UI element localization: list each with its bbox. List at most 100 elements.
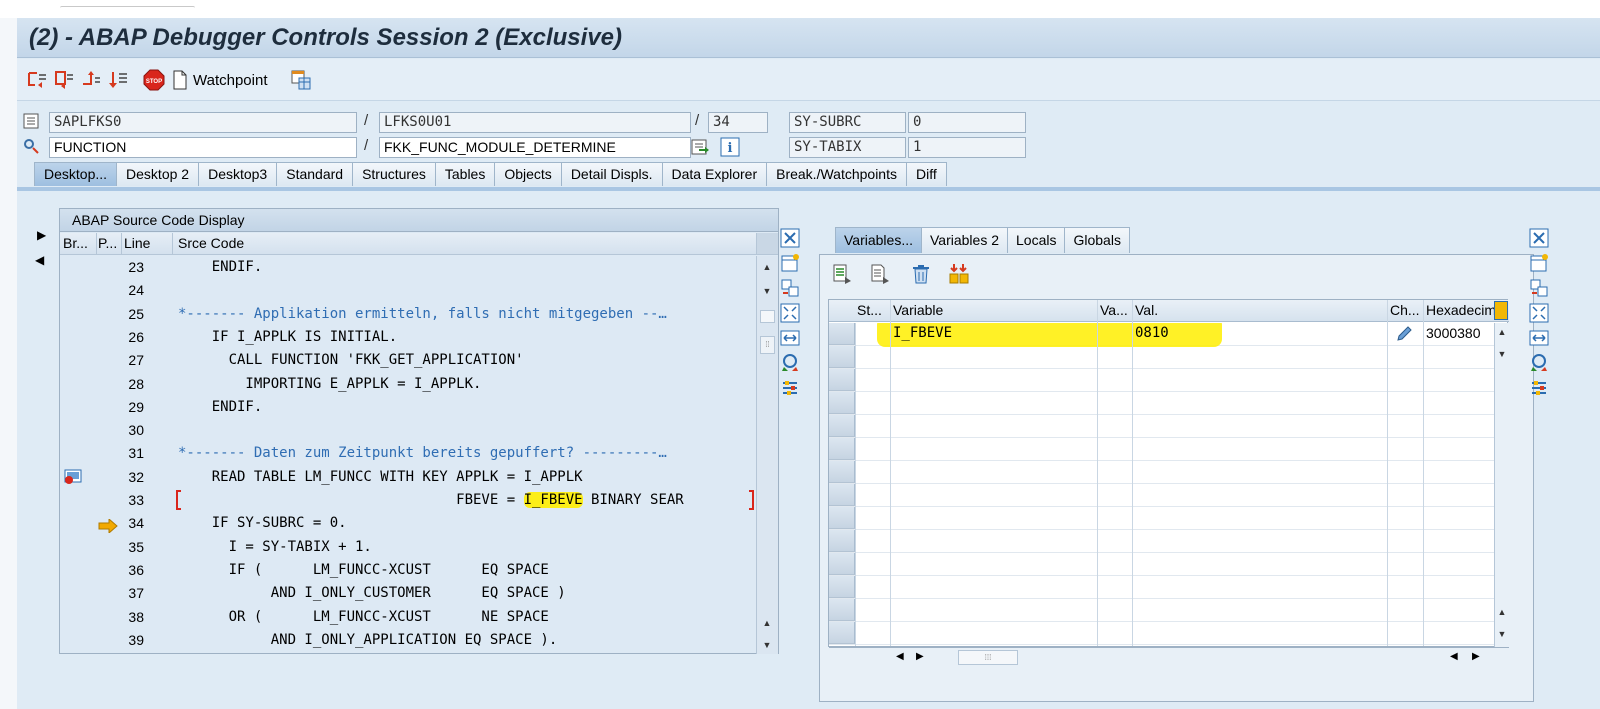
col-source-code[interactable]: Srce Code bbox=[178, 233, 244, 254]
scroll-thumb[interactable] bbox=[760, 310, 775, 323]
col-value[interactable]: Val. bbox=[1135, 300, 1385, 321]
scroll-up-icon[interactable]: ▲ bbox=[1495, 327, 1509, 337]
col-change[interactable]: Ch... bbox=[1390, 300, 1422, 321]
row-selector[interactable] bbox=[829, 530, 855, 552]
navigate-button[interactable] bbox=[690, 137, 710, 158]
row-selector[interactable] bbox=[829, 507, 855, 529]
source-line[interactable]: 23 ENDIF. bbox=[60, 256, 756, 279]
h-scroll-thumb[interactable]: ⁞⁞⁞ bbox=[958, 650, 1018, 665]
variable-row[interactable] bbox=[829, 392, 1494, 415]
column-layout-icon[interactable] bbox=[1494, 301, 1508, 320]
source-line[interactable]: 31 *------- Daten zum Zeitpunkt bereits g… bbox=[60, 442, 756, 465]
scroll-down-icon[interactable]: ▼ bbox=[760, 286, 774, 296]
row-selector[interactable] bbox=[829, 392, 855, 414]
breakpoint-icon[interactable] bbox=[64, 469, 82, 485]
col-hexadecimal[interactable]: Hexadecim bbox=[1426, 300, 1494, 321]
variable-row[interactable] bbox=[829, 484, 1494, 507]
scroll-down-icon[interactable]: ▼ bbox=[1495, 349, 1509, 359]
col-position[interactable]: P... bbox=[98, 233, 117, 254]
stop-button[interactable]: STOP bbox=[142, 69, 166, 91]
col-breakpoint[interactable]: Br... bbox=[63, 233, 88, 254]
variable-row[interactable] bbox=[829, 576, 1494, 599]
info-button[interactable]: i bbox=[720, 137, 740, 158]
import-button[interactable] bbox=[948, 263, 970, 285]
tab-locals[interactable]: Locals bbox=[1007, 227, 1066, 253]
tab-break-watchpoints[interactable]: Break./Watchpoints bbox=[766, 162, 907, 186]
source-line[interactable]: 37 AND I_ONLY_CUSTOMER EQ SPACE ) bbox=[60, 582, 756, 605]
col-val-type[interactable]: Va... bbox=[1100, 300, 1132, 321]
source-scrollbar[interactable]: ▲ ▼ ⁞⁞ ▲ ▼ bbox=[756, 256, 778, 654]
source-line[interactable]: 35 I = SY-TABIX + 1. bbox=[60, 536, 756, 559]
row-selector[interactable] bbox=[829, 553, 855, 575]
grid-horizontal-scrollbar[interactable]: ◀ ▶ ⁞⁞⁞ ◀ ▶ bbox=[890, 649, 1500, 667]
new-tool-icon[interactable] bbox=[1529, 253, 1549, 273]
scroll-left-icon[interactable]: ◀ bbox=[896, 651, 904, 662]
tab-structures[interactable]: Structures bbox=[352, 162, 436, 186]
scroll-down-icon[interactable]: ▼ bbox=[760, 640, 774, 650]
source-line[interactable]: 25 *------- Applikation ermitteln, falls … bbox=[60, 303, 756, 326]
source-line[interactable]: 33 FBEVE = I_FBEVE BINARY SEAR bbox=[60, 489, 756, 512]
row-selector[interactable] bbox=[829, 576, 855, 598]
variable-row[interactable]: I_FBEVE 0810 3000380 bbox=[829, 323, 1494, 347]
variable-detail-button[interactable] bbox=[832, 263, 852, 285]
row-selector[interactable] bbox=[829, 346, 855, 368]
watchpoint-button[interactable]: Watchpoint bbox=[172, 69, 272, 91]
services-tool-icon[interactable] bbox=[780, 353, 800, 373]
row-selector[interactable] bbox=[829, 438, 855, 460]
source-line[interactable]: 30 bbox=[60, 419, 756, 442]
grid-scrollbar[interactable]: ▲ ▼ ▲ ▼ bbox=[1494, 323, 1508, 647]
row-selector[interactable] bbox=[829, 369, 855, 391]
continue-button[interactable] bbox=[106, 69, 130, 91]
new-tool-icon[interactable] bbox=[780, 253, 800, 273]
layout-button[interactable] bbox=[289, 69, 313, 91]
variable-row[interactable] bbox=[829, 438, 1494, 461]
row-selector[interactable] bbox=[829, 323, 855, 345]
source-line[interactable]: 26 IF I_APPLK IS INITIAL. bbox=[60, 326, 756, 349]
tab-standard[interactable]: Standard bbox=[276, 162, 354, 186]
source-line[interactable]: 29 ENDIF. bbox=[60, 396, 756, 419]
variable-row[interactable] bbox=[829, 507, 1494, 530]
maximize-tool-icon[interactable] bbox=[780, 303, 800, 323]
source-line[interactable]: 24 bbox=[60, 279, 756, 302]
expand-left-icon[interactable]: ◀ bbox=[35, 253, 44, 267]
row-selector[interactable] bbox=[829, 484, 855, 506]
variable-name[interactable]: I_FBEVE bbox=[893, 325, 952, 341]
scroll-grip[interactable]: ⁞⁞ bbox=[760, 336, 775, 354]
scroll-up-icon[interactable]: ▲ bbox=[760, 262, 774, 272]
variable-row[interactable] bbox=[829, 415, 1494, 438]
scroll-right-icon[interactable]: ▶ bbox=[1472, 651, 1480, 662]
swap-tool-icon[interactable] bbox=[1529, 328, 1549, 348]
variable-row[interactable] bbox=[829, 622, 1494, 645]
tab-data-explorer[interactable]: Data Explorer bbox=[661, 162, 768, 186]
single-step-button[interactable] bbox=[25, 69, 49, 91]
tab-variables-1[interactable]: Variables... bbox=[835, 227, 922, 253]
tab-variables-2[interactable]: Variables 2 bbox=[921, 227, 1009, 253]
variable-row[interactable] bbox=[829, 346, 1494, 369]
variable-row[interactable] bbox=[829, 461, 1494, 484]
row-selector[interactable] bbox=[829, 622, 855, 644]
col-status[interactable]: St... bbox=[857, 300, 889, 321]
col-variable[interactable]: Variable bbox=[893, 300, 1093, 321]
edit-pencil-icon[interactable] bbox=[1395, 325, 1413, 343]
scroll-right-icon[interactable]: ▶ bbox=[916, 651, 924, 662]
maximize-tool-icon[interactable] bbox=[1529, 303, 1549, 323]
scroll-down-icon[interactable]: ▼ bbox=[1495, 629, 1509, 639]
scroll-up-icon[interactable]: ▲ bbox=[1495, 607, 1509, 617]
tab-objects[interactable]: Objects bbox=[494, 162, 562, 186]
variable-row[interactable] bbox=[829, 553, 1494, 576]
source-line[interactable]: 39 AND I_ONLY_APPLICATION EQ SPACE ). bbox=[60, 629, 756, 652]
settings-tool-icon[interactable] bbox=[780, 378, 800, 398]
variable-display-button[interactable] bbox=[870, 263, 890, 285]
row-selector[interactable] bbox=[829, 599, 855, 621]
expand-right-icon[interactable]: ▶ bbox=[37, 228, 46, 242]
return-button[interactable] bbox=[79, 69, 103, 91]
tab-desktop-2[interactable]: Desktop 2 bbox=[116, 162, 200, 186]
replace-tool-icon[interactable] bbox=[780, 278, 800, 298]
variable-row[interactable] bbox=[829, 530, 1494, 553]
row-selector[interactable] bbox=[829, 461, 855, 483]
scroll-left-icon[interactable]: ◀ bbox=[1450, 651, 1458, 662]
close-tool-icon[interactable] bbox=[780, 228, 800, 248]
close-tool-icon[interactable] bbox=[1529, 228, 1549, 248]
tab-desktop-3[interactable]: Desktop3 bbox=[198, 162, 278, 186]
source-line[interactable]: 27 CALL FUNCTION 'FKK_GET_APPLICATION' bbox=[60, 349, 756, 372]
